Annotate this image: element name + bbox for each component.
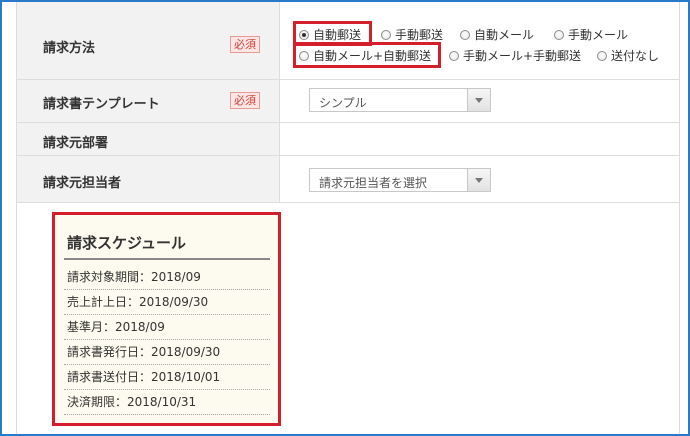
radio-label: 手動メール+手動郵送: [463, 49, 582, 63]
person-row: 請求元担当者 請求元担当者を選択: [17, 156, 679, 203]
screenshot-frame: 請求方法 必須 自動郵送 手動郵送 自動メール 手動メール 自動メール+自動郵送…: [0, 0, 690, 436]
department-label: 請求元部署: [43, 136, 109, 151]
radio-label: 自動メール: [474, 28, 535, 42]
radio-dot[interactable]: [597, 50, 607, 61]
required-badge: 必須: [230, 92, 260, 109]
template-select-value: シンプル: [319, 96, 367, 110]
radio-none[interactable]: 送付なし: [597, 47, 659, 64]
radio-auto-mail[interactable]: 自動メール: [460, 26, 534, 43]
template-row: 請求書テンプレート 必須 シンプル: [17, 80, 679, 123]
highlight-auto-mail-auto-post: [293, 42, 441, 68]
person-select-placeholder: 請求元担当者を選択: [319, 176, 428, 190]
department-row: 請求元部署: [17, 123, 679, 156]
person-label: 請求元担当者: [43, 176, 122, 191]
billing-method-label-cell: 請求方法 必須: [17, 2, 280, 79]
radio-manual-post[interactable]: 手動郵送: [381, 26, 443, 43]
radio-dot[interactable]: [554, 29, 564, 40]
required-badge: 必須: [230, 36, 260, 53]
radio-dot[interactable]: [460, 29, 470, 40]
person-label-cell: 請求元担当者: [17, 156, 280, 202]
person-select[interactable]: 請求元担当者を選択: [309, 168, 491, 192]
template-label: 請求書テンプレート: [43, 97, 160, 112]
highlight-schedule: [52, 212, 281, 426]
chevron-down-icon[interactable]: [467, 169, 490, 191]
radio-dot[interactable]: [381, 29, 391, 40]
department-label-cell: 請求元部署: [17, 123, 280, 155]
template-label-cell: 請求書テンプレート 必須: [17, 80, 280, 122]
chevron-down-icon[interactable]: [467, 89, 490, 111]
radio-dot[interactable]: [449, 50, 459, 61]
radio-label: 送付なし: [611, 49, 660, 63]
template-select[interactable]: シンプル: [309, 88, 491, 112]
radio-label: 手動メール: [568, 28, 629, 42]
right-rule: [679, 2, 680, 434]
billing-method-label: 請求方法: [43, 41, 96, 56]
radio-manual-mail-manual-post[interactable]: 手動メール+手動郵送: [449, 47, 581, 64]
radio-label: 手動郵送: [395, 28, 444, 42]
radio-manual-mail[interactable]: 手動メール: [554, 26, 628, 43]
